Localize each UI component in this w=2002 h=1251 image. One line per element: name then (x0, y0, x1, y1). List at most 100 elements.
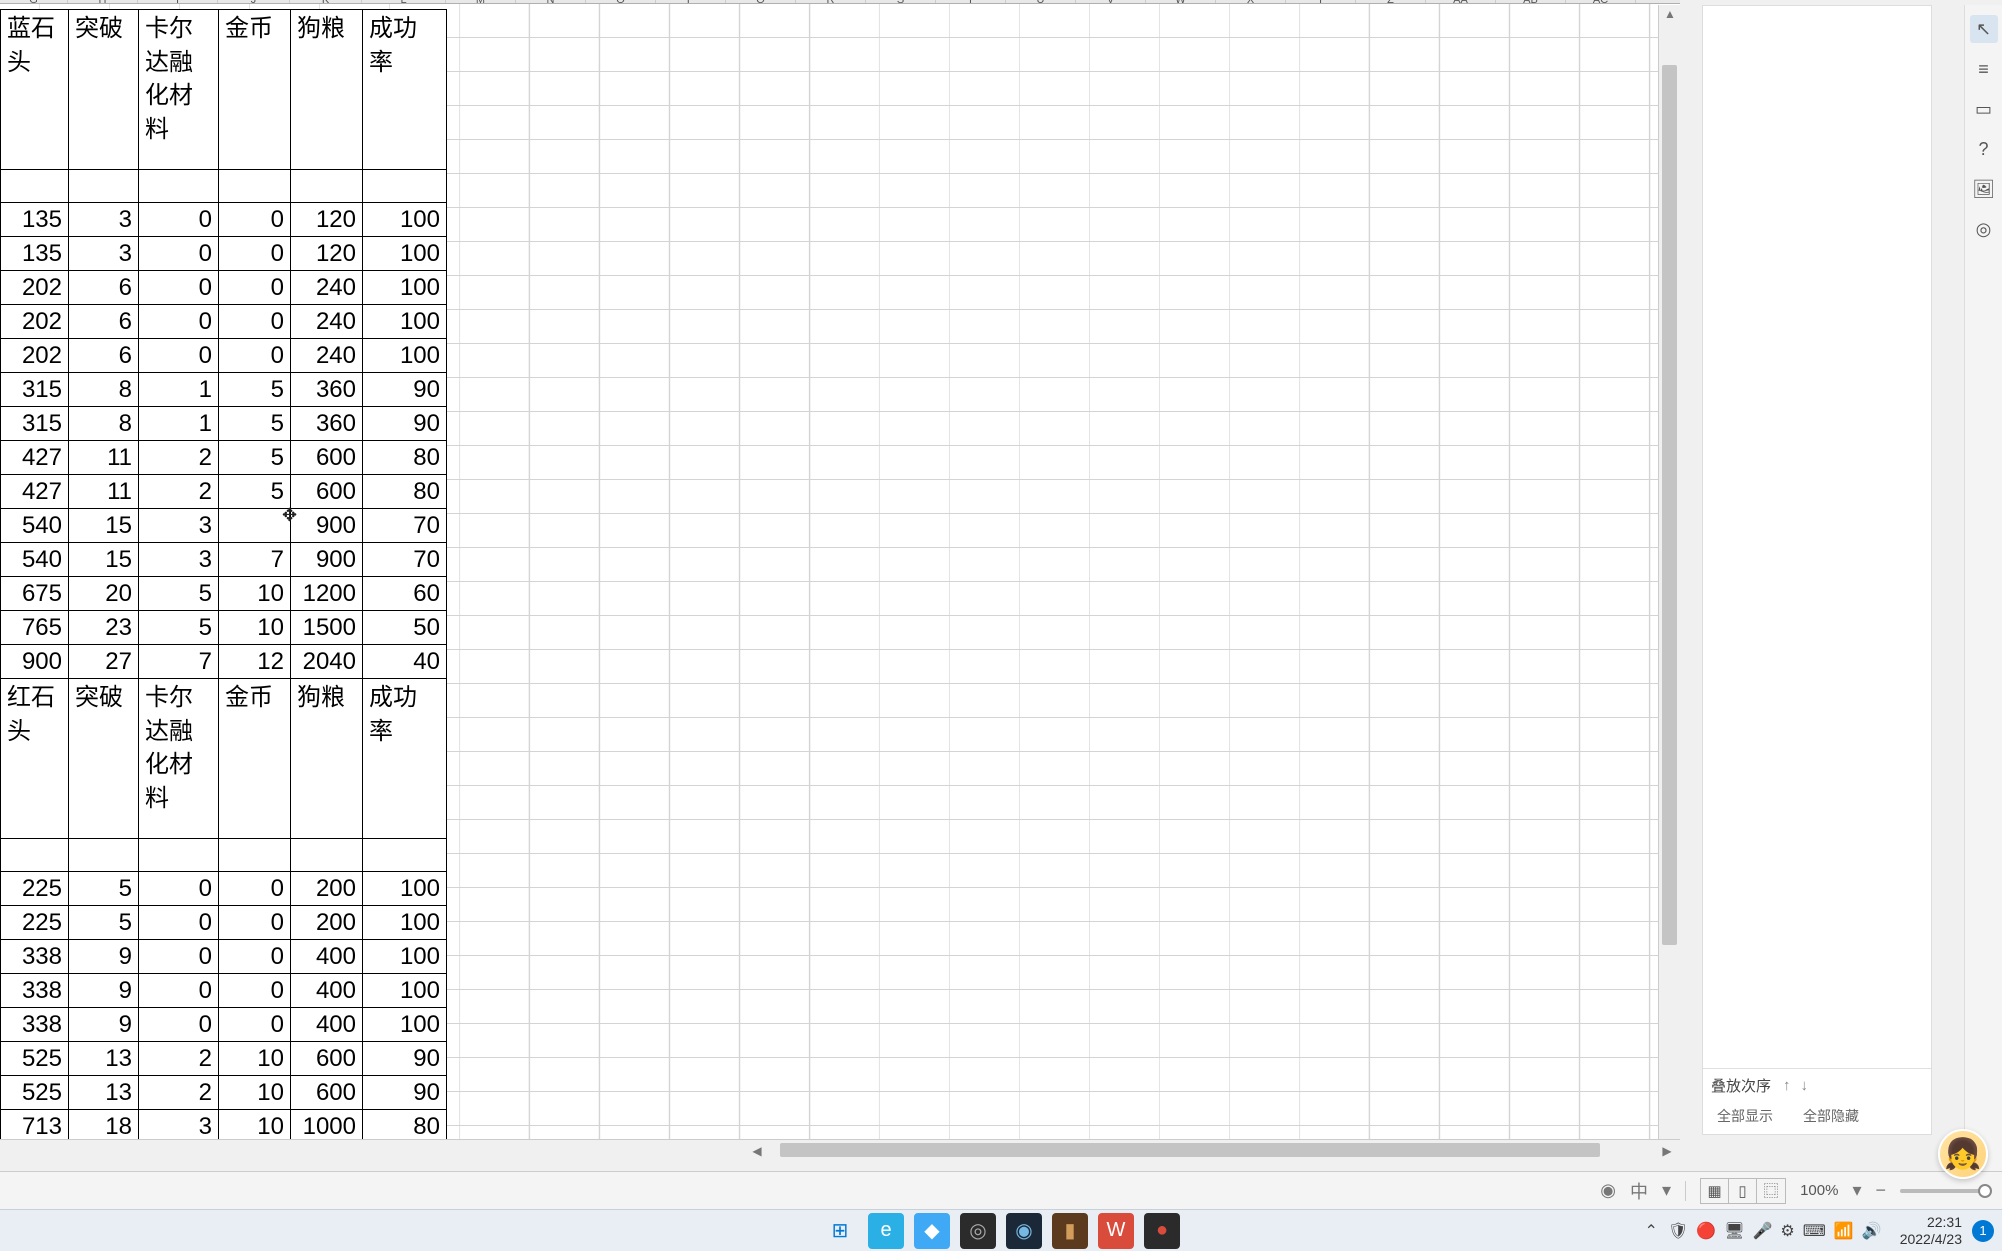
data-cell[interactable]: 315 (1, 407, 69, 441)
taskbar-app-steam[interactable]: ◉ (1006, 1213, 1042, 1249)
data-cell[interactable]: 240 (291, 271, 363, 305)
page-break-view-icon[interactable]: ⿴ (1757, 1179, 1785, 1203)
empty-cell[interactable] (291, 839, 363, 872)
col-header-R[interactable]: R (796, 0, 866, 3)
data-cell[interactable]: 120 (291, 203, 363, 237)
data-cell[interactable]: 0 (139, 1008, 219, 1042)
data-cell[interactable]: 100 (363, 203, 447, 237)
data-cell[interactable]: 70 (363, 509, 447, 543)
data-cell[interactable]: 60 (363, 577, 447, 611)
data-cell[interactable]: 6 (69, 305, 139, 339)
help-icon[interactable]: ? (1970, 135, 1998, 163)
data-cell[interactable]: 6 (69, 339, 139, 373)
data-cell[interactable]: 70 (363, 543, 447, 577)
data-cell[interactable]: 0 (139, 872, 219, 906)
eye-icon[interactable]: ◉ (1600, 1180, 1616, 1201)
empty-cell[interactable] (139, 170, 219, 203)
data-cell[interactable]: 400 (291, 974, 363, 1008)
data-cell[interactable]: 338 (1, 974, 69, 1008)
data-cell[interactable]: 3 (69, 203, 139, 237)
hscroll-thumb[interactable] (780, 1143, 1600, 1157)
col-header-I[interactable]: I (138, 0, 218, 3)
data-table[interactable]: 蓝石头突破卡尔达融化材料金币狗粮成功率 13530012010013530012… (0, 9, 447, 1159)
data-cell[interactable]: 100 (363, 974, 447, 1008)
data-cell[interactable]: 9 (69, 1008, 139, 1042)
col-header-N[interactable]: N (516, 0, 586, 3)
data-cell[interactable]: 0 (219, 872, 291, 906)
data-cell[interactable]: 0 (139, 974, 219, 1008)
data-cell[interactable]: 200 (291, 872, 363, 906)
data-cell[interactable]: 400 (291, 1008, 363, 1042)
col-header-H[interactable]: H (68, 0, 138, 3)
data-cell[interactable]: 202 (1, 339, 69, 373)
col-header-V[interactable]: V (1076, 0, 1146, 3)
data-cell[interactable]: 2 (139, 1042, 219, 1076)
data-cell[interactable]: 20 (69, 577, 139, 611)
data-cell[interactable]: 15 (69, 543, 139, 577)
data-cell[interactable]: 10 (219, 611, 291, 645)
data-cell[interactable]: 0 (139, 237, 219, 271)
data-cell[interactable]: 3 (139, 543, 219, 577)
zoom-slider[interactable] (1900, 1189, 1990, 1193)
vertical-scrollbar[interactable]: ▲ ▼ (1658, 5, 1680, 1161)
col-header-M[interactable]: M (446, 0, 516, 3)
data-cell[interactable]: 675 (1, 577, 69, 611)
data-cell[interactable]: 5 (139, 611, 219, 645)
data-cell[interactable]: 10 (219, 1076, 291, 1110)
header-cell[interactable]: 卡尔达融化材料 (139, 679, 219, 839)
normal-view-icon[interactable]: ▦ (1701, 1179, 1729, 1203)
data-cell[interactable]: 360 (291, 407, 363, 441)
col-header-X[interactable]: X (1216, 0, 1286, 3)
data-cell[interactable]: 540 (1, 509, 69, 543)
col-header-P[interactable]: P (656, 0, 726, 3)
empty-cell[interactable] (291, 170, 363, 203)
taskbar-app-wps[interactable]: W (1098, 1213, 1134, 1249)
data-cell[interactable]: 240 (291, 305, 363, 339)
data-cell[interactable]: 0 (219, 271, 291, 305)
select-tool-icon[interactable]: ↖ (1970, 15, 1998, 43)
empty-cell[interactable] (139, 839, 219, 872)
data-cell[interactable]: 600 (291, 475, 363, 509)
data-cell[interactable]: 8 (69, 373, 139, 407)
zoom-level[interactable]: 100% (1800, 1182, 1838, 1199)
data-cell[interactable]: 2 (139, 441, 219, 475)
data-cell[interactable]: 338 (1, 940, 69, 974)
data-cell[interactable]: 11 (69, 441, 139, 475)
data-cell[interactable]: 5 (69, 906, 139, 940)
data-cell[interactable]: 0 (219, 906, 291, 940)
empty-cell[interactable] (219, 170, 291, 203)
col-header-O[interactable]: O (586, 0, 656, 3)
data-cell[interactable]: 0 (139, 305, 219, 339)
data-cell[interactable]: 13 (69, 1042, 139, 1076)
empty-cell[interactable] (1, 170, 69, 203)
data-cell[interactable]: 5 (219, 407, 291, 441)
col-header-L[interactable]: L (362, 0, 446, 3)
tray-icon[interactable]: 🛡 (1668, 1223, 1688, 1240)
layout-icon[interactable]: ▭ (1970, 95, 1998, 123)
data-cell[interactable]: 1200 (291, 577, 363, 611)
settings-sliders-icon[interactable]: ≡ (1970, 55, 1998, 83)
data-cell[interactable]: 200 (291, 906, 363, 940)
taskbar-app-edge[interactable]: e (868, 1213, 904, 1249)
data-cell[interactable]: 5 (69, 872, 139, 906)
col-header-AA[interactable]: AA (1426, 0, 1496, 3)
data-cell[interactable]: 100 (363, 305, 447, 339)
data-cell[interactable]: 27 (69, 645, 139, 679)
scroll-right-arrow[interactable]: ▶ (1658, 1140, 1676, 1161)
scroll-up-arrow[interactable]: ▲ (1659, 5, 1680, 23)
data-cell[interactable]: 900 (1, 645, 69, 679)
data-cell[interactable]: 0 (139, 203, 219, 237)
data-cell[interactable]: 100 (363, 940, 447, 974)
data-cell[interactable]: 315 (1, 373, 69, 407)
data-cell[interactable]: 80 (363, 475, 447, 509)
data-cell[interactable]: 0 (219, 237, 291, 271)
data-cell[interactable]: 2 (139, 475, 219, 509)
image-icon[interactable]: 🖼 (1970, 175, 1998, 203)
tray-icon[interactable]: ⌨ (1803, 1223, 1826, 1240)
tray-icon[interactable]: 🔊 (1862, 1223, 1882, 1240)
empty-cell[interactable] (69, 839, 139, 872)
tray-icon[interactable]: 🎤 (1753, 1223, 1773, 1240)
data-cell[interactable]: 5 (219, 475, 291, 509)
data-cell[interactable]: 11 (69, 475, 139, 509)
data-cell[interactable]: 120 (291, 237, 363, 271)
